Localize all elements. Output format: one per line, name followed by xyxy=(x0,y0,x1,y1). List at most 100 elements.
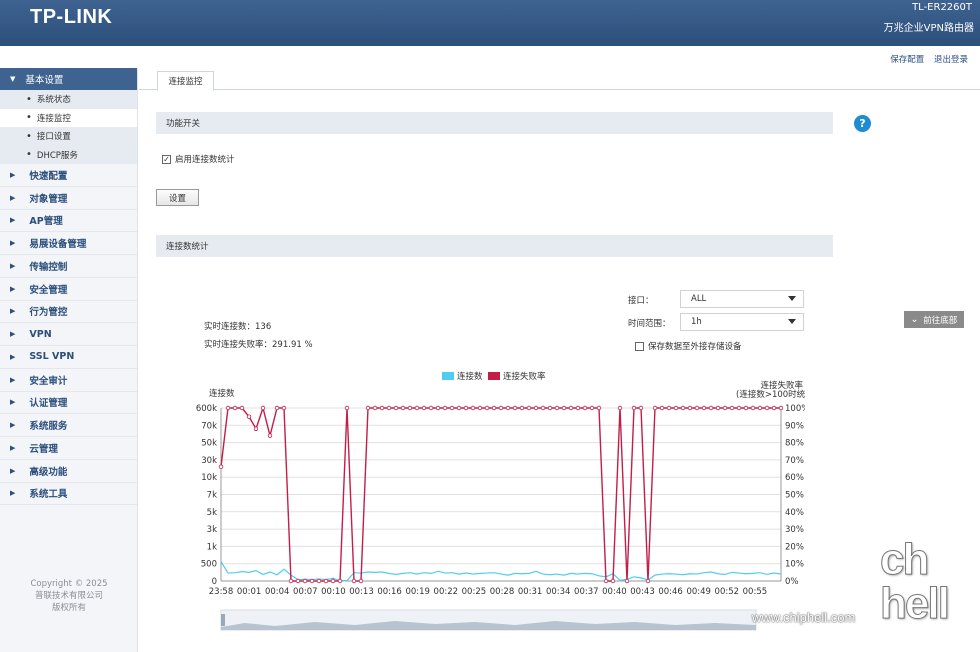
fail-point xyxy=(764,405,770,411)
sidebar-item-basic-settings[interactable]: ▼ 基本设置 xyxy=(0,68,137,90)
sidebar-item-13[interactable]: ▶ 高级功能 xyxy=(0,460,137,483)
x-tick-label: 00:31 xyxy=(518,587,543,597)
fail-point xyxy=(582,405,588,411)
fail-point xyxy=(218,464,224,470)
fail-point xyxy=(771,405,777,411)
triangle-right-icon: ▶ xyxy=(10,193,16,202)
header: TP-LINK TL-ER2260T 万兆企业VPN路由器 xyxy=(0,0,980,46)
fail-point xyxy=(477,405,483,411)
enable-stats-row: ✓ 启用连接数统计 xyxy=(162,153,235,165)
triangle-right-icon: ▶ xyxy=(10,466,16,475)
x-tick-label: 00:28 xyxy=(490,587,515,597)
triangle-right-icon: ▶ xyxy=(10,239,16,248)
fail-point xyxy=(736,405,742,411)
sidebar-item-11[interactable]: ▶ 系统服务 xyxy=(0,414,137,437)
triangle-right-icon: ▶ xyxy=(10,261,16,270)
fail-point xyxy=(330,578,336,584)
sidebar-subitem-interface-settings[interactable]: • 接口设置 xyxy=(0,127,137,146)
fail-point xyxy=(456,405,462,411)
triangle-right-icon: ▶ xyxy=(10,443,16,452)
save-external-row: 保存数据至外接存储设备 xyxy=(635,340,742,352)
sidebar-item-0[interactable]: ▶ 快速配置 xyxy=(0,164,137,187)
sidebar-item-4[interactable]: ▶ 传输控制 xyxy=(0,255,137,278)
fail-point xyxy=(715,405,721,411)
fail-point xyxy=(386,405,392,411)
x-tick-label: 23:58 xyxy=(209,587,234,597)
help-icon[interactable]: ? xyxy=(854,115,871,132)
sidebar-item-8[interactable]: ▶ SSL VPN xyxy=(0,346,137,369)
fail-point xyxy=(400,405,406,411)
x-tick-label: 00:22 xyxy=(434,587,459,597)
y-axis-title-left: 连接数 xyxy=(209,388,235,399)
logout-link[interactable]: 退出登录 xyxy=(934,55,968,65)
y-tick-right: 90% xyxy=(785,421,804,431)
fail-point xyxy=(638,405,644,411)
triangle-right-icon: ▶ xyxy=(10,352,16,361)
series-line-conn xyxy=(220,561,782,582)
fail-point xyxy=(743,405,749,411)
y-tick-right: 30% xyxy=(785,525,804,535)
settings-button[interactable]: 设置 xyxy=(156,189,199,206)
sidebar-subitem-system-status[interactable]: • 系统状态 xyxy=(0,90,137,109)
sidebar-item-9[interactable]: ▶ 安全审计 xyxy=(0,369,137,392)
sidebar-item-2[interactable]: ▶ AP管理 xyxy=(0,210,137,233)
model-name: TL-ER2260T xyxy=(912,2,972,13)
sidebar-subitem-connection-monitor[interactable]: • 连接监控 xyxy=(0,108,137,127)
triangle-right-icon: ▶ xyxy=(10,330,16,339)
x-tick-label: 00:01 xyxy=(237,587,262,597)
fail-point xyxy=(680,405,686,411)
product-subtitle: 万兆企业VPN路由器 xyxy=(883,23,974,34)
sidebar-item-3[interactable]: ▶ 易展设备管理 xyxy=(0,232,137,255)
y-tick-right: 60% xyxy=(785,473,804,483)
stats-section-header: 连接数统计 xyxy=(156,235,833,257)
tab-connection-monitor[interactable]: 连接监控 xyxy=(157,71,214,91)
y-tick-left: 1k xyxy=(207,542,217,552)
sidebar-item-5[interactable]: ▶ 安全管理 xyxy=(0,278,137,301)
fail-point xyxy=(281,405,287,411)
y-tick-left: 3k xyxy=(207,525,217,535)
enable-stats-checkbox[interactable]: ✓ xyxy=(162,154,171,164)
x-tick-label: 00:52 xyxy=(715,587,740,597)
time-range-select[interactable]: 1h xyxy=(680,313,804,331)
fail-point xyxy=(484,405,490,411)
caret-down-icon xyxy=(788,319,796,324)
fail-point xyxy=(253,426,259,431)
save-external-checkbox[interactable] xyxy=(635,341,644,351)
basic-settings-submenu: • 系统状态 • 连接监控 • 接口设置 • DHCP服务 xyxy=(0,90,137,164)
fail-point xyxy=(512,405,518,411)
fail-point xyxy=(568,405,574,411)
sidebar-item-14[interactable]: ▶ 系统工具 xyxy=(0,483,137,506)
tp-link-logo: TP-LINK xyxy=(30,6,113,28)
y-tick-right: 50% xyxy=(785,491,804,501)
sidebar-item-7[interactable]: ▶ VPN xyxy=(0,323,137,346)
realtime-connections: 实时连接数：136 xyxy=(204,322,272,332)
fail-point xyxy=(701,405,707,411)
fail-point xyxy=(561,405,567,411)
y-tick-left: 10k xyxy=(201,473,217,483)
tab-bar: 连接监控 xyxy=(139,68,980,91)
save-config-link[interactable]: 保存配置 xyxy=(890,55,924,65)
fail-point xyxy=(414,405,420,411)
triangle-down-icon: ▼ xyxy=(10,75,16,83)
fail-point xyxy=(337,578,343,584)
sidebar-subitem-dhcp[interactable]: • DHCP服务 xyxy=(0,146,137,165)
sidebar-item-1[interactable]: ▶ 对象管理 xyxy=(0,187,137,210)
fail-point xyxy=(442,405,448,411)
fail-point xyxy=(470,405,476,411)
fail-point xyxy=(631,405,637,411)
y-tick-right: 10% xyxy=(785,560,804,570)
y-tick-right: 40% xyxy=(785,508,804,518)
triangle-right-icon: ▶ xyxy=(10,489,16,498)
legend-swatch-fail xyxy=(488,372,500,380)
interface-select[interactable]: ALL xyxy=(680,290,804,308)
y-tick-right: 80% xyxy=(785,439,804,449)
y-tick-left: 5k xyxy=(207,508,217,518)
sidebar-item-12[interactable]: ▶ 云管理 xyxy=(0,437,137,460)
sidebar-item-6[interactable]: ▶ 行为管控 xyxy=(0,301,137,324)
interface-label: 接口： xyxy=(628,296,654,306)
y-tick-right: 70% xyxy=(785,456,804,466)
y-tick-left: 600k xyxy=(196,404,217,414)
goto-bottom-button[interactable]: ⌄ 前往底部 xyxy=(904,311,964,328)
sidebar-item-10[interactable]: ▶ 认证管理 xyxy=(0,392,137,415)
fail-point xyxy=(750,405,756,411)
